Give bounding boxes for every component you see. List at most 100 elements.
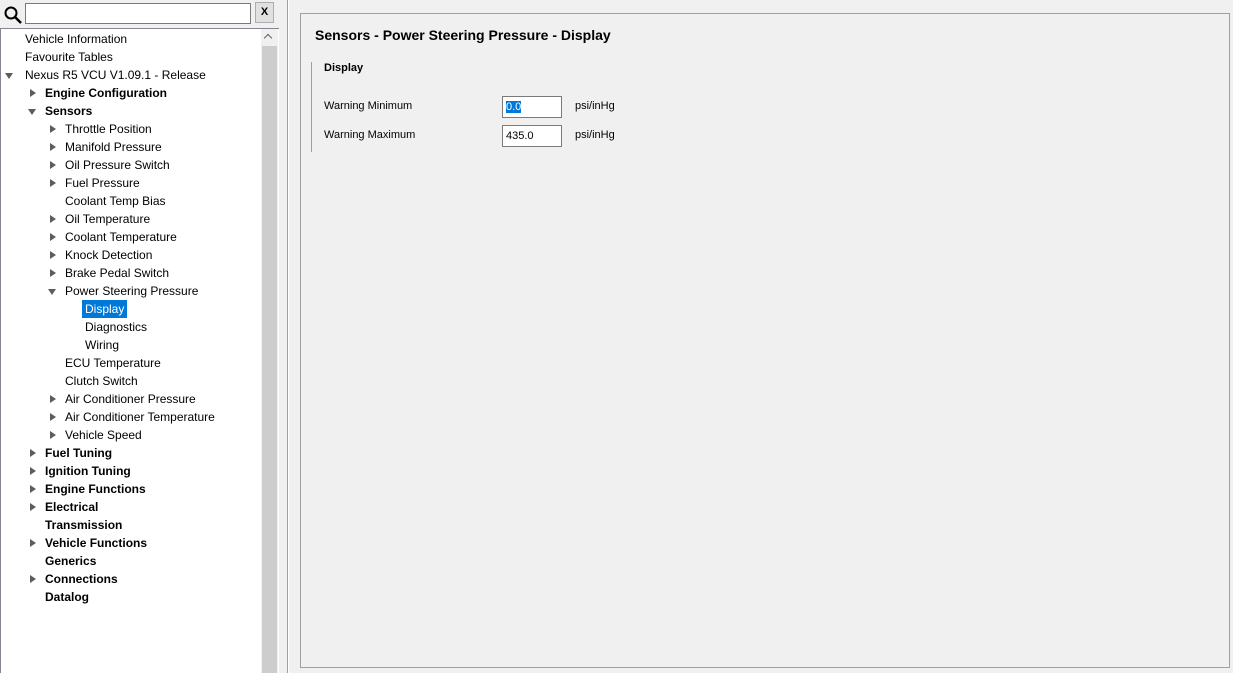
tree-item-coolant-temp-bias[interactable]: Coolant Temp Bias (1, 192, 261, 210)
tree-item-label: Sensors (45, 104, 93, 118)
chevron-right-icon[interactable] (28, 498, 38, 516)
chevron-right-icon[interactable] (48, 174, 58, 192)
tree-item-display[interactable]: Display (1, 300, 261, 318)
tree-item-datalog[interactable]: Datalog (1, 588, 261, 606)
page-title: Sensors - Power Steering Pressure - Disp… (315, 27, 611, 43)
tree-item-air-conditioner-pressure[interactable]: Air Conditioner Pressure (1, 390, 261, 408)
clear-search-button[interactable]: X (255, 2, 274, 23)
search-bar: X (0, 0, 279, 28)
chevron-right-icon[interactable] (28, 444, 38, 462)
tree-item-manifold-pressure[interactable]: Manifold Pressure (1, 138, 261, 156)
chevron-right-icon[interactable] (28, 84, 38, 102)
tree-item-electrical[interactable]: Electrical (1, 498, 261, 516)
chevron-right-icon[interactable] (48, 156, 58, 174)
tree-item-label: Generics (45, 554, 97, 568)
warning-minimum-label: Warning Minimum (324, 100, 413, 112)
chevron-right-icon[interactable] (28, 534, 38, 552)
tree-item-vehicle-functions[interactable]: Vehicle Functions (1, 534, 261, 552)
tree-item-label: Wiring (85, 338, 120, 352)
search-input[interactable] (25, 3, 251, 24)
chevron-right-icon[interactable] (28, 462, 38, 480)
tree-item-label: Air Conditioner Temperature (65, 410, 215, 424)
chevron-right-icon[interactable] (28, 570, 38, 588)
navigation-panel: X Vehicle Information Favourite Tables Nex… (0, 0, 279, 673)
tree-item-coolant-temperature[interactable]: Coolant Temperature (1, 228, 261, 246)
tree-item-connections[interactable]: Connections (1, 570, 261, 588)
tree-item-favourite-tables[interactable]: Favourite Tables (1, 48, 261, 66)
tree-item-label: ECU Temperature (65, 356, 161, 370)
tree-item-label: Engine Functions (45, 482, 146, 496)
tree-item-label: Display (82, 300, 128, 318)
tree-item-label: Engine Configuration (45, 86, 167, 100)
tree-item-label: Transmission (45, 518, 123, 532)
warning-minimum-input[interactable]: 0.0 (502, 96, 562, 118)
vertical-scrollbar[interactable] (261, 29, 278, 673)
tree-item-generics[interactable]: Generics (1, 552, 261, 570)
tree-item-clutch-switch[interactable]: Clutch Switch (1, 372, 261, 390)
tree-item-engine-configuration[interactable]: Engine Configuration (1, 84, 261, 102)
tree-item-vehicle-speed[interactable]: Vehicle Speed (1, 426, 261, 444)
tree-item-brake-pedal-switch[interactable]: Brake Pedal Switch (1, 264, 261, 282)
tree-item-sensors[interactable]: Sensors (1, 102, 261, 120)
warning-maximum-unit: psi/inHg (575, 129, 615, 141)
tree-item-label: Brake Pedal Switch (65, 266, 170, 280)
tree-item-label: Datalog (45, 590, 90, 604)
chevron-right-icon[interactable] (28, 480, 38, 498)
tree-item-label: Fuel Pressure (65, 176, 140, 190)
tree-item-vehicle-information[interactable]: Vehicle Information (1, 30, 261, 48)
tree-item-label: Favourite Tables (25, 50, 113, 64)
content-panel: Sensors - Power Steering Pressure - Disp… (288, 0, 1233, 673)
warning-maximum-label: Warning Maximum (324, 129, 416, 141)
tree-item-oil-pressure-switch[interactable]: Oil Pressure Switch (1, 156, 261, 174)
chevron-right-icon[interactable] (48, 228, 58, 246)
tree-view: Vehicle Information Favourite Tables Nexus… (0, 28, 279, 673)
chevron-down-icon[interactable] (5, 66, 15, 84)
tree-item-oil-temperature[interactable]: Oil Temperature (1, 210, 261, 228)
warning-maximum-input[interactable]: 435.0 (502, 125, 562, 147)
tree-item-fuel-tuning[interactable]: Fuel Tuning (1, 444, 261, 462)
tree-item-label: Manifold Pressure (65, 140, 162, 154)
chevron-right-icon[interactable] (48, 246, 58, 264)
chevron-right-icon[interactable] (48, 426, 58, 444)
tree-item-label: Throttle Position (65, 122, 152, 136)
chevron-down-icon[interactable] (48, 282, 58, 300)
tree-item-nexus-r5-vcu-v1-09-1-release[interactable]: Nexus R5 VCU V1.09.1 - Release (1, 66, 261, 84)
tree-item-label: Clutch Switch (65, 374, 138, 388)
chevron-right-icon[interactable] (48, 120, 58, 138)
tree-item-ecu-temperature[interactable]: ECU Temperature (1, 354, 261, 372)
chevron-right-icon[interactable] (48, 390, 58, 408)
tree-item-wiring[interactable]: Wiring (1, 336, 261, 354)
scroll-up-icon[interactable] (261, 29, 278, 46)
tree-item-label: Electrical (45, 500, 99, 514)
chevron-down-icon[interactable] (28, 102, 38, 120)
tree-item-label: Diagnostics (85, 320, 148, 334)
tree-item-ignition-tuning[interactable]: Ignition Tuning (1, 462, 261, 480)
display-group: Display Warning Minimum 0.0 psi/inHg War… (311, 62, 711, 152)
chevron-right-icon[interactable] (48, 264, 58, 282)
scroll-thumb[interactable] (262, 46, 277, 673)
tree-item-label: Coolant Temp Bias (65, 194, 166, 208)
warning-maximum-value: 435.0 (506, 130, 534, 142)
chevron-right-icon[interactable] (48, 210, 58, 228)
group-title: Display (324, 62, 364, 74)
panel-splitter[interactable] (279, 0, 288, 673)
tree-item-label: Knock Detection (65, 248, 153, 262)
tree-item-label: Ignition Tuning (45, 464, 131, 478)
tree-item-label: Coolant Temperature (65, 230, 177, 244)
tree-item-label: Vehicle Speed (65, 428, 142, 442)
tree-item-fuel-pressure[interactable]: Fuel Pressure (1, 174, 261, 192)
tree-item-air-conditioner-temperature[interactable]: Air Conditioner Temperature (1, 408, 261, 426)
chevron-right-icon[interactable] (48, 138, 58, 156)
tree-item-throttle-position[interactable]: Throttle Position (1, 120, 261, 138)
tree-item-label: Air Conditioner Pressure (65, 392, 196, 406)
tree-item-knock-detection[interactable]: Knock Detection (1, 246, 261, 264)
tree-item-power-steering-pressure[interactable]: Power Steering Pressure (1, 282, 261, 300)
tree-item-transmission[interactable]: Transmission (1, 516, 261, 534)
warning-minimum-unit: psi/inHg (575, 100, 615, 112)
tree-item-label: Oil Temperature (65, 212, 151, 226)
tree-item-label: Vehicle Functions (45, 536, 148, 550)
tree-item-diagnostics[interactable]: Diagnostics (1, 318, 261, 336)
chevron-right-icon[interactable] (48, 408, 58, 426)
tree-item-label: Vehicle Information (25, 32, 128, 46)
tree-item-engine-functions[interactable]: Engine Functions (1, 480, 261, 498)
